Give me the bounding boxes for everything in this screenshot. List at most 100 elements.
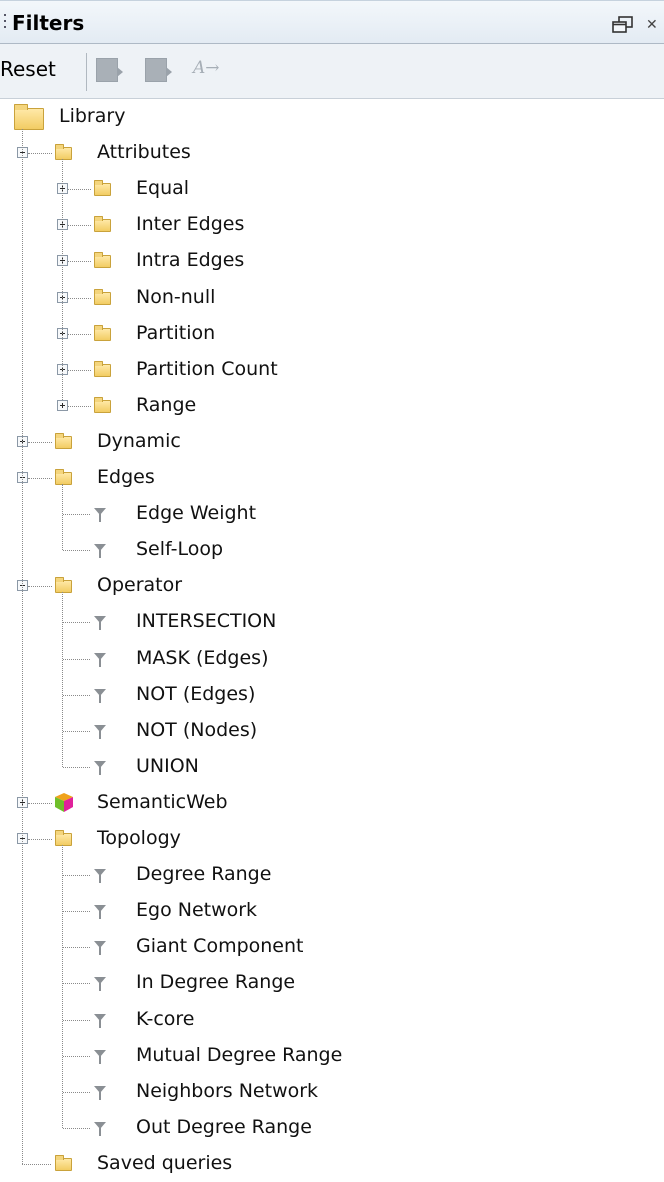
tree-connector xyxy=(63,1127,90,1129)
tree-node-range[interactable]: Range xyxy=(0,388,664,424)
filter-item-degree-range[interactable]: Degree Range xyxy=(0,857,664,893)
tree-connector xyxy=(63,766,90,768)
tree-connector xyxy=(68,333,91,335)
tree-node-inter-edges[interactable]: Inter Edges xyxy=(0,207,664,243)
folder-icon xyxy=(14,104,44,130)
restore-window-icon[interactable] xyxy=(612,16,634,34)
drag-grip-icon[interactable] xyxy=(3,14,7,32)
tree-node-intra-edges[interactable]: Intra Edges xyxy=(0,243,664,279)
tree-item-label: MASK (Edges) xyxy=(136,646,269,669)
filter-funnel-icon xyxy=(94,1121,106,1136)
tree-node-equal[interactable]: Equal xyxy=(0,171,664,207)
filter-item-k-core[interactable]: K-core xyxy=(0,1002,664,1038)
tree-node-non-null[interactable]: Non-null xyxy=(0,280,664,316)
filter-item-giant-component[interactable]: Giant Component xyxy=(0,929,664,965)
tree-item-label: Intra Edges xyxy=(136,249,245,272)
tree-connector xyxy=(28,478,52,479)
panel-title: Filters xyxy=(12,11,85,35)
tree-node-edges[interactable]: Edges xyxy=(0,460,664,496)
tree-item-label: SemanticWeb xyxy=(97,790,228,813)
tree-node-semanticweb[interactable]: SemanticWeb xyxy=(0,785,664,821)
filter-funnel-icon xyxy=(94,1049,106,1064)
filter-funnel-icon xyxy=(94,616,106,631)
import-filter-icon[interactable] xyxy=(145,58,172,82)
folder-icon xyxy=(94,288,111,305)
tree-item-label: Attributes xyxy=(97,141,191,164)
folder-icon xyxy=(55,1154,72,1171)
tree-item-label: In Degree Range xyxy=(136,971,296,994)
filter-funnel-icon xyxy=(94,688,106,703)
tree-connector xyxy=(63,1055,90,1057)
tree-node-saved-queries[interactable]: Saved queries xyxy=(0,1146,664,1182)
folder-icon xyxy=(55,577,72,594)
tree-connector xyxy=(68,369,91,371)
tree-item-label: Mutual Degree Range xyxy=(136,1043,343,1066)
filter-item-in-degree-range[interactable]: In Degree Range xyxy=(0,965,664,1001)
tree-node-topology[interactable]: Topology xyxy=(0,821,664,857)
tree-node-library[interactable]: Library xyxy=(0,99,664,135)
reset-button[interactable]: Reset xyxy=(0,57,56,81)
folder-icon xyxy=(55,830,72,846)
tree-item-label: INTERSECTION xyxy=(136,610,277,633)
tree-connector xyxy=(62,159,63,400)
expand-toggle-icon[interactable] xyxy=(57,399,68,411)
filters-toolbar: Reset A→ xyxy=(0,44,664,99)
filter-item-intersection[interactable]: INTERSECTION xyxy=(0,604,664,640)
filter-funnel-icon xyxy=(94,724,106,739)
export-filter-icon[interactable] xyxy=(96,58,123,82)
tree-item-label: Degree Range xyxy=(136,863,272,886)
filter-item-out-degree-range[interactable]: Out Degree Range xyxy=(0,1110,664,1146)
tree-node-partition-count[interactable]: Partition Count xyxy=(0,352,664,388)
tree-item-label: Equal xyxy=(136,177,190,200)
tree-connector xyxy=(28,441,52,443)
tree-item-label: Edge Weight xyxy=(136,502,257,525)
tree-item-label: Partition Count xyxy=(136,357,278,380)
folder-icon xyxy=(55,469,72,485)
filter-funnel-icon xyxy=(94,1013,106,1028)
tree-item-label: Saved queries xyxy=(97,1151,233,1174)
tree-connector xyxy=(63,514,90,516)
font-style-icon[interactable]: A→ xyxy=(193,58,220,78)
tree-item-label: Ego Network xyxy=(136,899,258,922)
tree-item-label: Giant Component xyxy=(136,935,304,958)
tree-item-label: Self-Loop xyxy=(136,538,224,561)
tree-connector xyxy=(62,592,63,767)
tree-node-partition[interactable]: Partition xyxy=(0,316,664,352)
filter-item-neighbors-network[interactable]: Neighbors Network xyxy=(0,1074,664,1110)
tree-node-attributes[interactable]: Attributes xyxy=(0,135,664,171)
filter-item-mask-edges[interactable]: MASK (Edges) xyxy=(0,641,664,677)
filter-item-not-nodes[interactable]: NOT (Nodes) xyxy=(0,713,664,749)
filter-funnel-icon xyxy=(94,508,106,523)
tree-connector xyxy=(68,261,91,263)
tree-connector xyxy=(63,694,90,696)
tree-node-operator[interactable]: Operator xyxy=(0,568,664,604)
filter-item-mutual-degree-range[interactable]: Mutual Degree Range xyxy=(0,1038,664,1074)
tree-connector xyxy=(63,875,90,877)
filter-item-not-edges[interactable]: NOT (Edges) xyxy=(0,677,664,713)
tree-item-label: Edges xyxy=(97,466,155,488)
tree-connector xyxy=(68,297,91,299)
filter-item-union[interactable]: UNION xyxy=(0,749,664,785)
filter-funnel-icon xyxy=(94,760,106,775)
tree-item-label: UNION xyxy=(136,754,199,777)
tree-connector xyxy=(62,845,63,1128)
tree-item-label: NOT (Nodes) xyxy=(136,718,258,741)
tree-item-label: K-core xyxy=(136,1007,195,1030)
tree-connector xyxy=(63,622,90,624)
folder-icon xyxy=(94,324,111,341)
tree-connector xyxy=(28,153,52,155)
tree-node-dynamic[interactable]: Dynamic xyxy=(0,424,664,460)
toolbar-separator xyxy=(86,53,87,91)
filter-item-self-loop[interactable]: Self-Loop xyxy=(0,532,664,568)
folder-icon xyxy=(94,252,111,269)
filter-item-ego-network[interactable]: Ego Network xyxy=(0,893,664,929)
tree-connector xyxy=(63,911,90,913)
close-icon[interactable]: ✕ xyxy=(646,17,658,33)
semanticweb-plugin-icon xyxy=(55,792,73,812)
folder-icon xyxy=(94,360,111,377)
filter-item-edge-weight[interactable]: Edge Weight xyxy=(0,496,664,532)
filter-funnel-icon xyxy=(94,977,106,992)
tree-connector xyxy=(63,658,90,660)
tree-connector xyxy=(62,484,63,551)
tree-connector xyxy=(63,1019,90,1021)
